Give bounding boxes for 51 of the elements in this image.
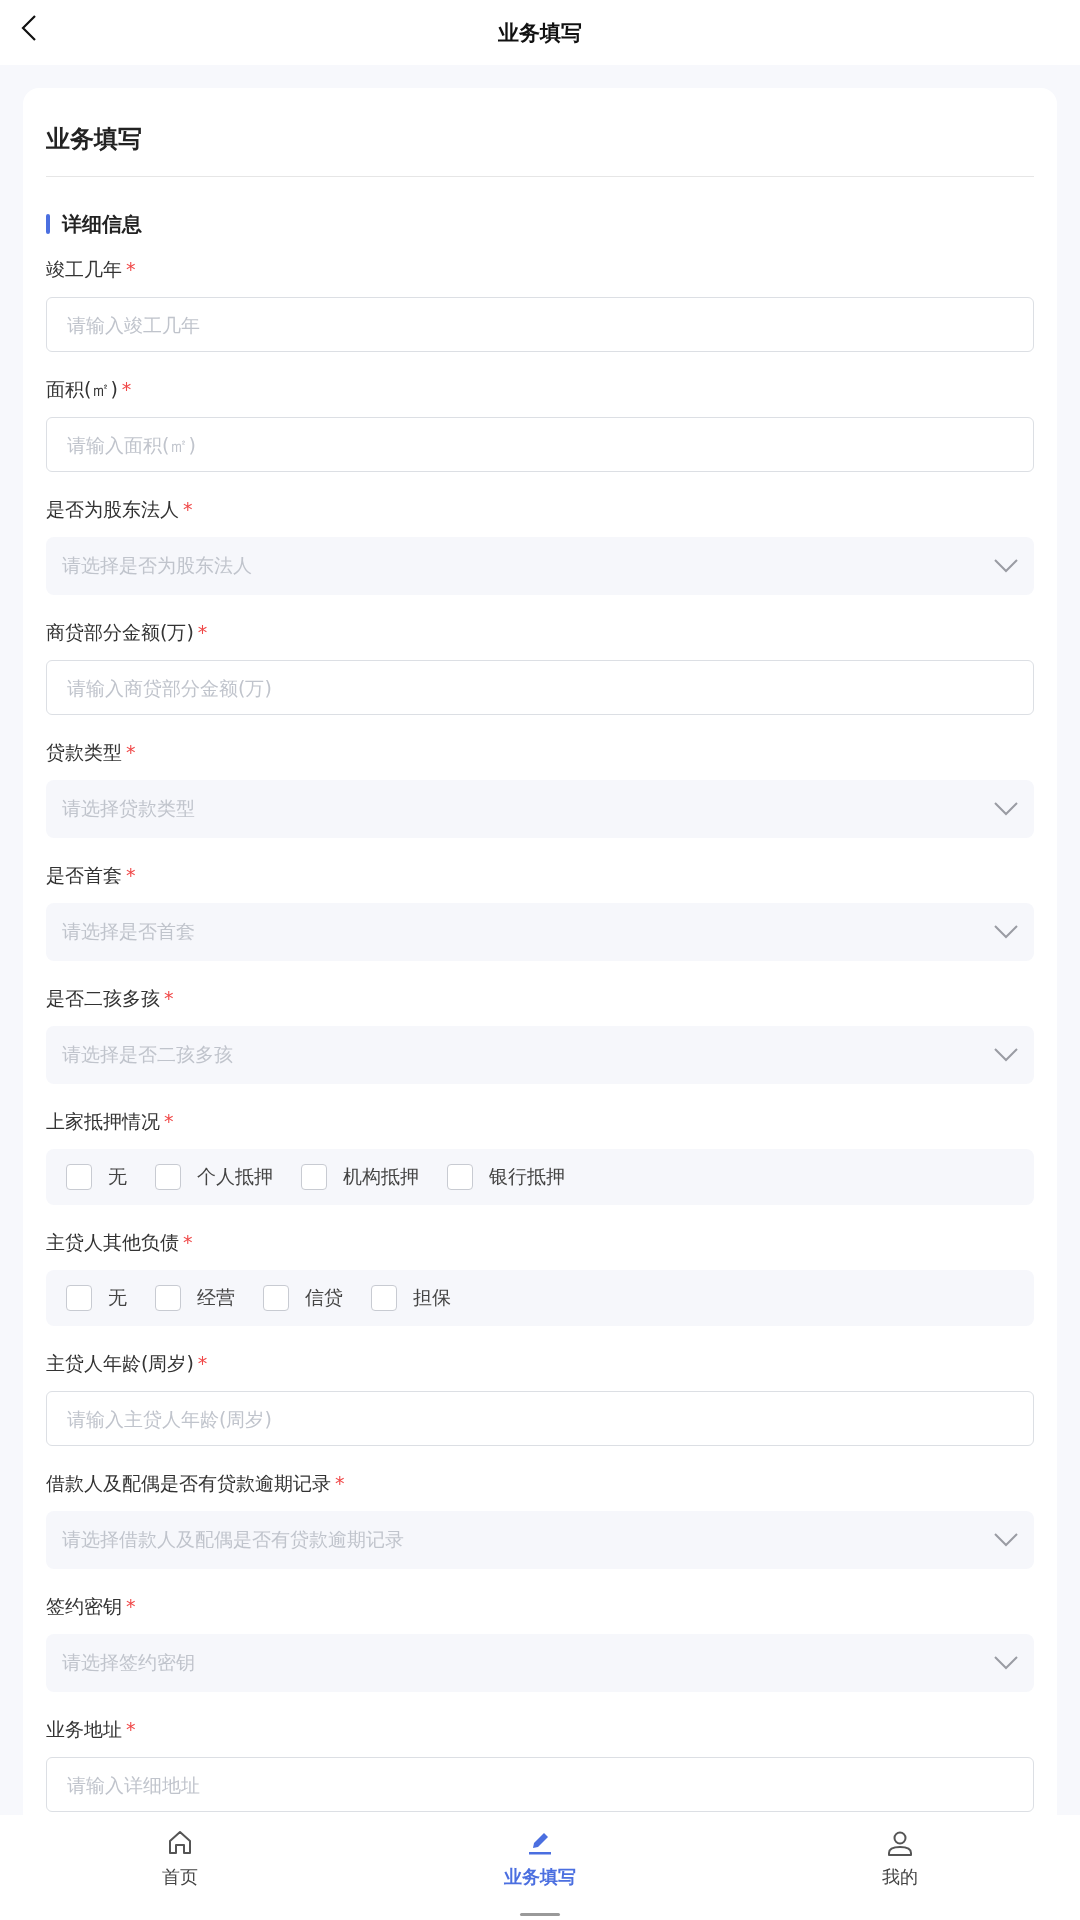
field-label: 是否为股东法人 * bbox=[46, 497, 194, 522]
checkbox[interactable] bbox=[263, 1285, 289, 1311]
input-field[interactable]: 请输入竣工几年 bbox=[46, 297, 1034, 352]
section-title: 详细信息 bbox=[62, 210, 142, 238]
field-label: 业务地址 * bbox=[46, 1717, 137, 1742]
tab-item[interactable]: 首页 bbox=[0, 1815, 360, 1920]
input-field[interactable]: 请输入商贷部分金额(万) bbox=[46, 660, 1034, 715]
checkbox-option[interactable]: 经营 bbox=[155, 1285, 235, 1311]
checkbox[interactable] bbox=[66, 1285, 92, 1311]
checkbox-option[interactable]: 无 bbox=[66, 1164, 127, 1190]
checkbox[interactable] bbox=[66, 1164, 92, 1190]
checkbox-option[interactable]: 银行抵押 bbox=[447, 1164, 565, 1190]
tab-item[interactable]: 业务填写 bbox=[360, 1815, 720, 1920]
checkbox[interactable] bbox=[155, 1285, 181, 1311]
field-label: 贷款类型 * bbox=[46, 740, 137, 765]
section-marker bbox=[46, 214, 50, 234]
chevron-down-icon bbox=[994, 1048, 1018, 1062]
input-field[interactable]: 请输入主贷人年龄(周岁) bbox=[46, 1391, 1034, 1446]
field-label: 面积(㎡) * bbox=[46, 377, 133, 402]
chevron-down-icon bbox=[994, 1533, 1018, 1547]
page-title: 业务填写 bbox=[498, 19, 582, 47]
field-label: 主贷人年龄(周岁) * bbox=[46, 1351, 209, 1376]
chevron-down-icon bbox=[994, 802, 1018, 816]
field-label: 借款人及配偶是否有贷款逾期记录 * bbox=[46, 1471, 346, 1496]
checkbox[interactable] bbox=[371, 1285, 397, 1311]
field-label: 主贷人其他负债 * bbox=[46, 1230, 194, 1255]
input-field[interactable]: 请输入面积(㎡) bbox=[46, 417, 1034, 472]
field-label: 商贷部分金额(万) * bbox=[46, 620, 209, 645]
chevron-down-icon bbox=[994, 559, 1018, 573]
chevron-down-icon bbox=[994, 925, 1018, 939]
checkbox-option[interactable]: 信贷 bbox=[263, 1285, 343, 1311]
checkbox[interactable] bbox=[447, 1164, 473, 1190]
tab-item[interactable]: 我的 bbox=[720, 1815, 1080, 1920]
checkbox-option[interactable]: 担保 bbox=[371, 1285, 451, 1311]
field-label: 竣工几年 * bbox=[46, 257, 137, 282]
field-label: 签约密钥 * bbox=[46, 1594, 137, 1619]
chevron-down-icon bbox=[994, 1656, 1018, 1670]
input-field[interactable]: 请输入详细地址 bbox=[46, 1757, 1034, 1812]
user-icon bbox=[886, 1829, 914, 1857]
home-indicator bbox=[520, 1913, 560, 1916]
checkbox-option[interactable]: 无 bbox=[66, 1285, 127, 1311]
back-icon bbox=[20, 14, 38, 42]
checkbox[interactable] bbox=[155, 1164, 181, 1190]
checkbox-option[interactable]: 机构抵押 bbox=[301, 1164, 419, 1190]
field-label: 是否首套 * bbox=[46, 863, 137, 888]
home-icon bbox=[166, 1829, 194, 1857]
checkbox[interactable] bbox=[301, 1164, 327, 1190]
field-label: 上家抵押情况 * bbox=[46, 1109, 175, 1134]
card-title: 业务填写 bbox=[46, 124, 143, 155]
field-label: 是否二孩多孩 * bbox=[46, 986, 175, 1011]
checkbox-option[interactable]: 个人抵押 bbox=[155, 1164, 273, 1190]
